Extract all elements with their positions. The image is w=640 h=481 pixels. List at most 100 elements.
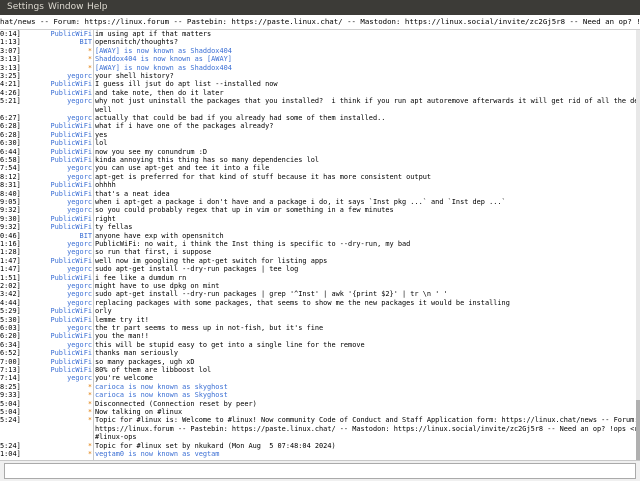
nickname[interactable]: PublicWiFi [0,358,93,366]
message-text: might have to use dpkg on mint [95,282,220,290]
chat-line: 6:34] yegorc this will be stupid easy to g… [0,341,636,349]
nickname[interactable]: PublicWiFi [0,332,93,340]
nickname[interactable]: yegorc [0,341,92,349]
chat-line: 5:30] PublicWiFi lemme try it! [0,316,636,324]
chat-line: 3:13] * [AWAY] is now known as Shaddox404 [0,64,636,72]
nickname[interactable]: yegorc [0,97,92,105]
nickname[interactable]: PublicWiFi [0,80,93,88]
chat-line: 9:33] * carioca is now known as Skyghost [0,391,636,399]
message-text: you the man!! [95,332,149,341]
message-text: lol [95,139,108,148]
chat-line: 5:29] PublicWiFi orly [0,307,636,315]
nickname[interactable]: PublicWiFi [0,89,93,97]
nickname[interactable]: PublicWiFi [0,181,93,189]
nickname[interactable]: PublicWiFi [0,139,93,147]
nickname[interactable]: PublicWiFi [0,148,93,156]
chat-line: 1:28] yegorc so run that first, i suppose [0,248,636,256]
chat-line: well [0,106,636,114]
nickname[interactable]: yegorc [0,248,92,256]
nickname[interactable]: * [0,400,92,408]
chat-line: 6:28] PublicWiFi what if i have one of the… [0,122,636,130]
nickname[interactable]: * [0,416,92,424]
message-text: replacing packages with some packages, t… [95,298,510,307]
nickname[interactable]: PublicWiFi [0,349,93,357]
message-text: thanks man seriously [95,349,178,358]
nickname[interactable]: yegorc [0,72,92,80]
nickname[interactable]: yegorc [0,374,92,382]
message-text: so you could probably regex that up in v… [95,206,394,215]
nickname[interactable]: yegorc [0,282,92,290]
message-text: sudo apt-get install --dry-run packages … [95,265,299,274]
nickname[interactable]: yegorc [0,290,92,298]
message-text: your shell history? [95,72,174,80]
message-text: Topic for #linux set by nkukard (Mon Aug… [95,441,336,450]
chat-line: 9:32] yegorc so you could probably regex t… [0,206,636,214]
message-text: ty fellas [95,223,133,232]
nickname[interactable]: BIT [0,232,92,240]
nickname[interactable]: * [0,408,92,416]
chat-line: 8:31] PublicWiFi ohhhh [0,181,636,189]
nickname[interactable]: * [0,450,92,458]
chat-scrollbar[interactable] [636,30,640,460]
chat-line: 9:32] PublicWiFi ty fellas [0,223,636,231]
nickname[interactable]: PublicWiFi [0,223,93,231]
message-text: sudo apt-get install --dry-run packages … [95,290,448,299]
chat-line: 3:42] yegorc sudo apt-get install --dry-ru… [0,290,636,298]
chat-line: 6:03] yegorc the tr part seems to mess up … [0,324,636,332]
nickname[interactable]: * [0,442,92,450]
chat-line: 6:20] PublicWiFi you the man!! [0,332,636,340]
chat-line: 6:27] yegorc actually that could be bad if… [0,114,636,122]
nickname[interactable]: * [0,47,92,55]
nickname[interactable]: * [0,383,92,391]
nickname[interactable]: * [0,64,92,72]
menu-help[interactable]: Help [87,0,108,15]
nickname[interactable]: yegorc [0,164,92,172]
nickname[interactable]: yegorc [0,173,92,181]
message-text: vegtam0 is now known as vegtam [95,450,220,458]
nickname[interactable]: yegorc [0,114,92,122]
nickname[interactable]: PublicWiFi [0,131,93,139]
message-text: [AWAY] is now known as Shaddox404 [95,63,232,72]
chat-line: 7:14] yegorc you're welcome [0,374,636,382]
nickname[interactable]: PublicWiFi [0,190,93,198]
nickname[interactable]: yegorc [0,206,92,214]
nickname[interactable]: PublicWiFi [0,30,93,38]
message-text: well now im googling the apt-get switch … [95,256,328,265]
nickname[interactable]: PublicWiFi [0,215,93,223]
nickname[interactable]: BIT [0,38,92,46]
nickname[interactable]: yegorc [0,299,92,307]
chat-line: 6:28] PublicWiFi yes [0,131,636,139]
chat-line: 0:14] PublicWiFi im using apt if that matt… [0,30,636,38]
message-text: you can use apt-get and tee it into a fi… [95,164,270,173]
message-text: [AWAY] is now known as Shaddox404 [95,46,232,55]
nickname[interactable]: yegorc [0,240,92,248]
nickname[interactable]: * [0,55,92,63]
message-input[interactable] [4,463,636,479]
nickname[interactable]: yegorc [0,265,92,273]
nickname[interactable]: PublicWiFi [0,366,93,374]
chat-line: 1:47] PublicWiFi well now im googling the … [0,257,636,265]
chat-line: 4:26] PublicWiFi and take note, then do it… [0,89,636,97]
chat-line: 7:00] PublicWiFi so many packages, ugh xD [0,358,636,366]
nickname[interactable]: PublicWiFi [0,122,93,130]
chat-line: 0:46] BIT anyone have exp with opensnitch [0,232,636,240]
chat-line: 7:13] PublicWiFi 80% of them are libboost … [0,366,636,374]
message-text: im using apt if that matters [95,30,212,38]
nickname[interactable]: PublicWiFi [0,316,93,324]
scrollbar-thumb[interactable] [636,400,640,460]
nickname[interactable]: yegorc [0,324,92,332]
nickname[interactable]: PublicWiFi [0,257,93,265]
nickname[interactable]: * [0,391,92,399]
nickname[interactable]: PublicWiFi [0,274,93,282]
nickname[interactable]: yegorc [0,198,92,206]
nickname[interactable]: PublicWiFi [0,307,93,315]
message-text: this will be stupid easy to get into a s… [95,340,365,349]
menu-window[interactable]: Window [48,0,84,15]
message-text: Shaddox404 is now known as [AWAY] [95,55,232,64]
chat-line: 5:24] * Topic for #linux is: Welcome to #l… [0,416,636,424]
message-text: the tr part seems to mess up in not-fish… [95,324,324,332]
message-text: right [95,214,116,223]
nickname[interactable]: PublicWiFi [0,156,93,164]
menu-settings[interactable]: Settings [7,0,44,15]
message-text: Disconnected (Connection reset by peer) [95,399,257,408]
